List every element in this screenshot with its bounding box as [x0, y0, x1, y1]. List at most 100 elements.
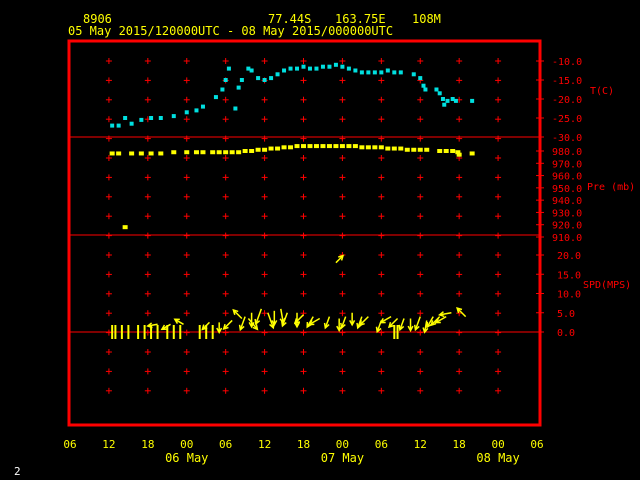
temperature-point: [346, 66, 351, 71]
pressure-tick-label: 950.0: [552, 184, 582, 195]
pressure-axis-label: Pre (mb): [587, 182, 635, 193]
temperature-point: [372, 70, 377, 75]
pressure-point: [326, 144, 332, 149]
pressure-point: [411, 147, 417, 152]
temperature-point: [184, 110, 189, 115]
pressure-point: [294, 144, 300, 149]
temperature-point: [437, 91, 442, 96]
temp-axis-label: T(C): [590, 86, 614, 97]
temperature-point: [398, 70, 403, 75]
temperature-point: [453, 98, 458, 103]
temperature-point: [194, 108, 199, 113]
temp-tick-label: -10.0: [552, 57, 582, 68]
pressure-point: [275, 146, 281, 151]
plot-frame: [67, 39, 542, 427]
temperature-point: [149, 116, 154, 120]
pressure-point: [236, 150, 242, 155]
temp-tick-label: -15.0: [552, 76, 582, 87]
pressure-point: [450, 149, 456, 153]
temp-tick-label: -30.0: [552, 133, 582, 144]
temperature-point: [282, 68, 287, 73]
temperature-point: [158, 116, 163, 120]
wind-axis-label: SPD(MPS): [583, 280, 631, 291]
pressure-point: [116, 151, 122, 156]
x-tick-label: 18: [297, 438, 310, 451]
x-tick-label: 00: [180, 438, 193, 451]
temperature-point: [418, 76, 423, 81]
temperature-point: [139, 117, 144, 122]
x-tick-label: 06: [63, 438, 76, 451]
temperature-point: [223, 78, 228, 82]
pressure-point: [200, 150, 206, 155]
pressure-point: [288, 145, 294, 150]
temperature-point: [220, 87, 225, 92]
pressure-point: [268, 146, 274, 151]
temperature-point: [314, 66, 319, 71]
x-tick-label: 18: [453, 438, 466, 451]
date-label: 08 May: [476, 451, 519, 465]
pressure-point: [255, 147, 261, 152]
temperature-point: [379, 70, 384, 75]
pressure-point: [301, 144, 306, 149]
pressure-point: [339, 144, 345, 149]
temperature-point: [327, 64, 332, 69]
x-tick-label: 06: [375, 438, 388, 451]
wind-tick-label: 0.0: [557, 328, 575, 339]
pressure-point: [262, 147, 268, 152]
pressure-point: [365, 145, 371, 150]
x-tick-label: 12: [414, 438, 427, 451]
temperature-point: [445, 98, 450, 103]
pressure-point: [193, 150, 199, 155]
date-label: 07 May: [321, 451, 364, 465]
x-tick-label: 12: [258, 438, 271, 451]
temperature-point: [262, 78, 267, 82]
pressure-point: [469, 151, 475, 156]
temperature-point: [256, 76, 261, 81]
temperature-point: [411, 72, 416, 77]
temperature-point: [385, 68, 390, 73]
pressure-point: [313, 144, 319, 149]
pressure-point: [456, 152, 462, 157]
temperature-point: [236, 85, 241, 90]
temperature-point: [275, 72, 280, 77]
pressure-point: [171, 150, 177, 155]
pressure-point: [378, 145, 384, 150]
pressure-point: [352, 144, 358, 149]
pressure-point: [229, 150, 235, 155]
temperature-point: [440, 97, 445, 101]
pressure-point: [184, 150, 190, 155]
x-tick-label: 06: [219, 438, 232, 451]
temperature-point: [269, 76, 274, 81]
pressure-point: [404, 147, 410, 152]
pressure-tick-label: 960.0: [552, 172, 582, 183]
temperature-point: [307, 66, 312, 71]
pressure-point: [437, 149, 443, 153]
wind-tick-label: 20.0: [557, 251, 581, 262]
pressure-point: [398, 146, 404, 151]
pressure-point: [417, 147, 423, 152]
pressure-point: [216, 150, 222, 155]
x-tick-label: 00: [336, 438, 349, 451]
temperature-point: [226, 66, 231, 71]
pressure-point: [223, 150, 229, 155]
x-tick-label: 12: [102, 438, 115, 451]
temperature-point: [421, 83, 426, 88]
temperature-point: [200, 104, 205, 109]
temperature-point: [434, 87, 439, 92]
pressure-tick-label: 980.0: [552, 147, 582, 158]
temperature-point: [340, 64, 345, 69]
pressure-point: [249, 149, 255, 153]
wind-tick-label: 10.0: [557, 290, 581, 301]
pressure-point: [443, 149, 449, 153]
pressure-point: [281, 145, 287, 150]
temperature-point: [116, 123, 121, 128]
pressure-point: [138, 151, 144, 156]
temperature-point: [442, 102, 447, 107]
temperature-point: [366, 70, 371, 75]
temperature-point: [233, 106, 238, 111]
x-tick-label: 06: [530, 438, 543, 451]
pressure-point: [333, 144, 339, 149]
wind-tick-label: 5.0: [557, 309, 575, 320]
temperature-point: [423, 87, 428, 92]
temp-tick-label: -25.0: [552, 114, 582, 125]
